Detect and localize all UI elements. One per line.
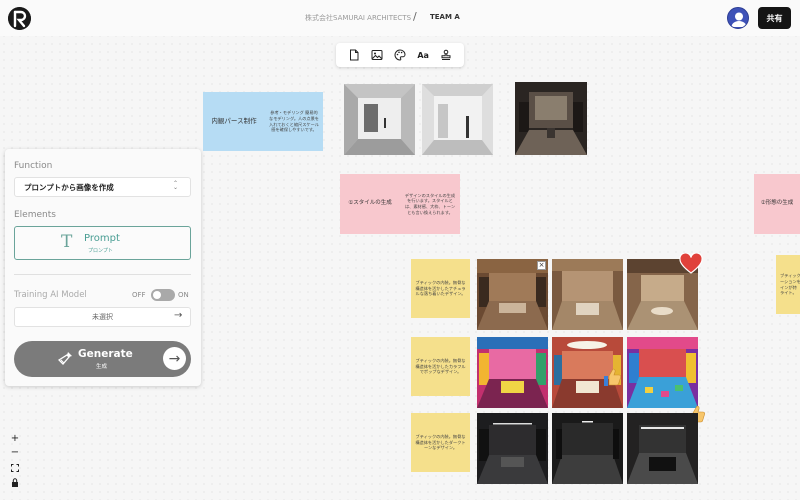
sticky-note-partial[interactable]: ブティック ーションを インが特 ライト。: [776, 255, 800, 314]
image-icon[interactable]: [370, 48, 384, 62]
thumbs-up-reaction-icon[interactable]: [601, 366, 623, 388]
user-avatar[interactable]: [727, 7, 749, 29]
model-select[interactable]: 未選択: [14, 307, 191, 327]
elements-label: Elements: [14, 210, 56, 220]
zoom-in-button[interactable]: +: [6, 432, 24, 445]
sticky-note-interior[interactable]: 内観パース制作: [203, 92, 265, 151]
breadcrumb-team[interactable]: TEAM A: [430, 13, 460, 21]
zoom-out-button[interactable]: −: [6, 446, 24, 459]
prompt-label: Prompt: [84, 233, 120, 244]
toggle-off-label: OFF: [132, 291, 146, 299]
note-title: ①スタイルの生成: [348, 200, 392, 207]
note-text: 参考・モデリング 簡易的なモデリング。人の点景を入れておくと縮尺スケール感を確保…: [269, 110, 319, 133]
arrow-right-icon: →: [163, 347, 186, 370]
gallery-image[interactable]: [477, 413, 548, 484]
gallery-image[interactable]: [515, 82, 587, 155]
close-icon[interactable]: ×: [537, 261, 546, 270]
gallery-image[interactable]: [627, 413, 698, 484]
gallery-image[interactable]: [552, 259, 623, 330]
sticky-note-style-desc[interactable]: デザインのスタイルの生成を行います。スタイルとは、素材感、大枠、トーンとも言い換…: [400, 174, 460, 234]
sticky-note-form[interactable]: ②形態の生成: [754, 174, 800, 234]
prompt-sublabel: プロンプト: [88, 248, 113, 254]
breadcrumb-separator: /: [413, 10, 417, 23]
toggle-knob: [153, 291, 161, 299]
gallery-image[interactable]: [477, 337, 548, 408]
sticky-note-dark[interactable]: ブティックの内装。無骨な構造体を活かしたダークトーンなデザイン。: [411, 413, 470, 472]
broom-icon: [57, 350, 74, 366]
training-model-label: Training AI Model: [14, 290, 87, 300]
toggle-on-label: ON: [178, 291, 189, 299]
note-text: ブティックの内装。無骨な構造体を活かしたダークトーンなデザイン。: [415, 433, 466, 451]
model-select-value: 未選択: [92, 313, 113, 321]
generate-label: Generate: [78, 348, 133, 360]
sticky-note-style[interactable]: ①スタイルの生成: [340, 174, 400, 234]
share-button[interactable]: 共有: [758, 7, 791, 29]
stamp-icon[interactable]: [439, 48, 453, 62]
note-text: デザインのスタイルの生成を行います。スタイルとは、素材感、大枠、トーンとも言い換…: [404, 192, 456, 215]
function-select-value: プロンプトから画像を作成: [24, 182, 114, 192]
sticky-note-colorful[interactable]: ブティックの内装。無骨な構造体を活かしたカラフルでポップなデザイン。: [411, 337, 470, 396]
gallery-image[interactable]: [344, 84, 415, 155]
gallery-image[interactable]: ×: [477, 259, 548, 330]
gallery-image[interactable]: [422, 84, 493, 155]
note-title: ②形態の生成: [760, 200, 794, 207]
select-chevron-icon: ⌃ ⌄: [173, 180, 179, 191]
fit-screen-icon[interactable]: [6, 461, 24, 474]
panel-divider: [14, 274, 191, 275]
function-select[interactable]: プロンプトから画像を作成: [14, 177, 191, 197]
palette-icon[interactable]: [393, 48, 407, 62]
text-style-label: Aa: [417, 50, 429, 60]
gallery-image[interactable]: [552, 413, 623, 484]
lock-icon[interactable]: [6, 476, 24, 489]
generate-sublabel: 生成: [96, 364, 108, 370]
text-icon: T: [61, 232, 73, 252]
function-label: Function: [14, 161, 53, 171]
heart-reaction-icon[interactable]: [679, 252, 703, 275]
arrow-right-icon: →: [174, 310, 183, 321]
note-text: ブティックの内装。無骨な構造体を活かしたナチュラルな落ち着いたデザイン。: [415, 279, 466, 297]
gallery-image[interactable]: [627, 337, 698, 408]
app-logo[interactable]: [8, 7, 31, 30]
sticky-note-natural[interactable]: ブティックの内装。無骨な構造体を活かしたナチュラルな落ち着いたデザイン。: [411, 259, 470, 318]
note-title: 内観パース制作: [211, 117, 257, 126]
note-text: ブティックの内装。無骨な構造体を活かしたカラフルでポップなデザイン。: [415, 357, 466, 375]
file-icon[interactable]: [347, 48, 361, 62]
breadcrumb-company[interactable]: 株式会社SAMURAI ARCHITECTS: [305, 13, 411, 23]
note-text: ブティック ーションを インが特 ライト。: [780, 273, 800, 296]
sticky-note-modeling[interactable]: 参考・モデリング 簡易的なモデリング。人の点景を入れておくと縮尺スケール感を確保…: [265, 92, 323, 151]
canvas-toolbar: Aa: [336, 43, 464, 67]
text-style-icon[interactable]: Aa: [416, 48, 430, 62]
